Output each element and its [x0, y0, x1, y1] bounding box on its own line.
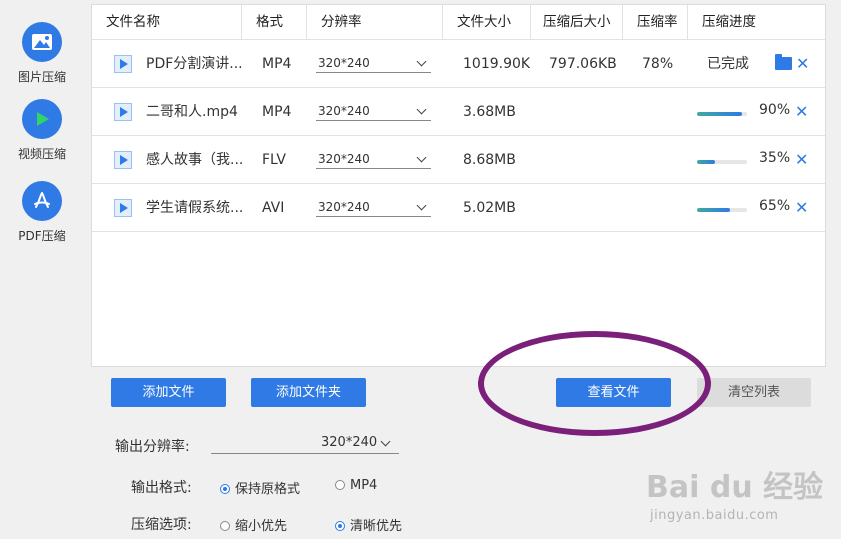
progress-bar	[697, 112, 747, 116]
compressed-size: 797.06KB	[549, 56, 617, 72]
file-size: 1019.90KB	[463, 56, 530, 72]
file-format: AVI	[262, 200, 285, 216]
pdf-icon	[22, 181, 62, 221]
close-icon[interactable]: ✕	[796, 40, 809, 88]
file-format: FLV	[262, 152, 286, 168]
resolution-value: 320*240	[318, 56, 370, 70]
resolution-value: 320*240	[318, 152, 370, 166]
close-icon[interactable]: ✕	[795, 88, 808, 136]
resolution-select[interactable]: 320*240	[316, 101, 431, 121]
file-size: 3.68MB	[463, 104, 516, 120]
video-file-icon	[114, 151, 132, 169]
file-name: 感人故事（我...	[146, 152, 244, 168]
progress-bar	[697, 208, 747, 212]
table-row[interactable]: 二哥和人.mp4 MP4 320*240 3.68MB 90% ✕	[92, 88, 825, 136]
progress-bar	[697, 160, 747, 164]
format-keep-radio[interactable]: 保持原格式	[220, 478, 300, 497]
video-file-icon	[114, 199, 132, 217]
table-row[interactable]: 感人故事（我... FLV 320*240 8.68MB 35% ✕	[92, 136, 825, 184]
close-icon[interactable]: ✕	[795, 136, 808, 184]
resolution-select[interactable]: 320*240	[316, 149, 431, 169]
resolution-select[interactable]: 320*240	[316, 197, 431, 217]
column-header-format: 格式	[242, 5, 307, 40]
file-format: MP4	[262, 56, 292, 72]
chevron-down-icon	[380, 436, 391, 447]
radio-checked-icon	[335, 521, 345, 531]
folder-icon[interactable]	[775, 54, 792, 70]
progress-bar-fill	[697, 112, 742, 116]
column-header-name: 文件名称	[92, 5, 242, 40]
format-mp4-radio[interactable]: MP4	[335, 478, 377, 493]
video-file-icon	[114, 55, 132, 73]
progress-percent: 90%	[759, 102, 791, 118]
chevron-down-icon	[416, 104, 427, 115]
file-name: PDF分割演讲...	[146, 56, 243, 72]
progress-bar-fill	[697, 160, 715, 164]
radio-checked-icon	[220, 484, 230, 494]
output-resolution-select[interactable]: 320*240	[211, 435, 399, 454]
resolution-value: 320*240	[318, 104, 370, 118]
video-file-icon	[114, 103, 132, 121]
resolution-select[interactable]: 320*240	[316, 53, 431, 73]
output-format-label: 输出格式:	[131, 480, 192, 496]
format-mp4-label: MP4	[350, 478, 378, 493]
file-table: 文件名称 格式 分辨率 文件大小 压缩后大小 压缩率 压缩进度 PDF分割演讲.…	[91, 4, 826, 367]
sidebar-item-video-compress[interactable]: 视频压缩	[0, 99, 84, 162]
column-header-progress: 压缩进度	[702, 14, 756, 30]
compress-clear-label: 清晰优先	[350, 519, 403, 534]
clear-list-button[interactable]: 清空列表	[697, 378, 811, 407]
radio-unchecked-icon	[220, 521, 230, 531]
watermark-url: jingyan.baidu.com	[650, 508, 779, 523]
file-name: 学生请假系统...	[146, 200, 244, 216]
file-name: 二哥和人.mp4	[146, 104, 238, 120]
resolution-value: 320*240	[318, 200, 370, 214]
compress-small-label: 缩小优先	[235, 519, 288, 534]
play-icon	[22, 99, 62, 139]
file-size: 5.02MB	[463, 200, 516, 216]
output-resolution-value: 320*240	[321, 435, 378, 450]
image-icon	[22, 22, 62, 62]
close-icon[interactable]: ✕	[795, 184, 808, 232]
status-text: 已完成	[707, 56, 749, 72]
watermark-logo: Bai du 经验	[646, 470, 824, 505]
compress-clear-radio[interactable]: 清晰优先	[335, 515, 402, 534]
chevron-down-icon	[416, 56, 427, 67]
chevron-down-icon	[416, 200, 427, 211]
column-header-ratio: 压缩率	[623, 5, 688, 40]
compress-small-radio[interactable]: 缩小优先	[220, 515, 287, 534]
sidebar-item-label: PDF压缩	[18, 229, 66, 243]
annotation-ellipse	[478, 331, 711, 436]
output-resolution-label: 输出分辨率:	[115, 439, 190, 455]
sidebar-item-pdf-compress[interactable]: PDF压缩	[0, 181, 84, 244]
column-header-compressed-size: 压缩后大小	[531, 5, 623, 40]
sidebar-item-image-compress[interactable]: 图片压缩	[0, 22, 84, 85]
file-format: MP4	[262, 104, 292, 120]
radio-unchecked-icon	[335, 480, 345, 490]
sidebar-item-label: 图片压缩	[17, 70, 66, 84]
progress-percent: 35%	[759, 150, 791, 166]
chevron-down-icon	[416, 152, 427, 163]
column-header-resolution: 分辨率	[307, 5, 443, 40]
add-file-button[interactable]: 添加文件	[111, 378, 226, 407]
progress-percent: 65%	[759, 198, 791, 214]
table-row[interactable]: 学生请假系统... AVI 320*240 5.02MB 65% ✕	[92, 184, 825, 232]
sidebar-item-label: 视频压缩	[17, 147, 66, 161]
table-header: 文件名称 格式 分辨率 文件大小 压缩后大小 压缩率 压缩进度	[92, 5, 825, 40]
compress-ratio: 78%	[642, 56, 674, 72]
compress-option-label: 压缩选项:	[131, 517, 192, 533]
file-size: 8.68MB	[463, 152, 516, 168]
progress-bar-fill	[697, 208, 730, 212]
sidebar: 图片压缩 视频压缩 PDF压缩	[0, 0, 84, 539]
format-keep-label: 保持原格式	[235, 482, 301, 497]
column-header-size: 文件大小	[443, 5, 531, 40]
table-row[interactable]: PDF分割演讲... MP4 320*240 1019.90KB 797.06K…	[92, 40, 825, 88]
add-folder-button[interactable]: 添加文件夹	[251, 378, 366, 407]
